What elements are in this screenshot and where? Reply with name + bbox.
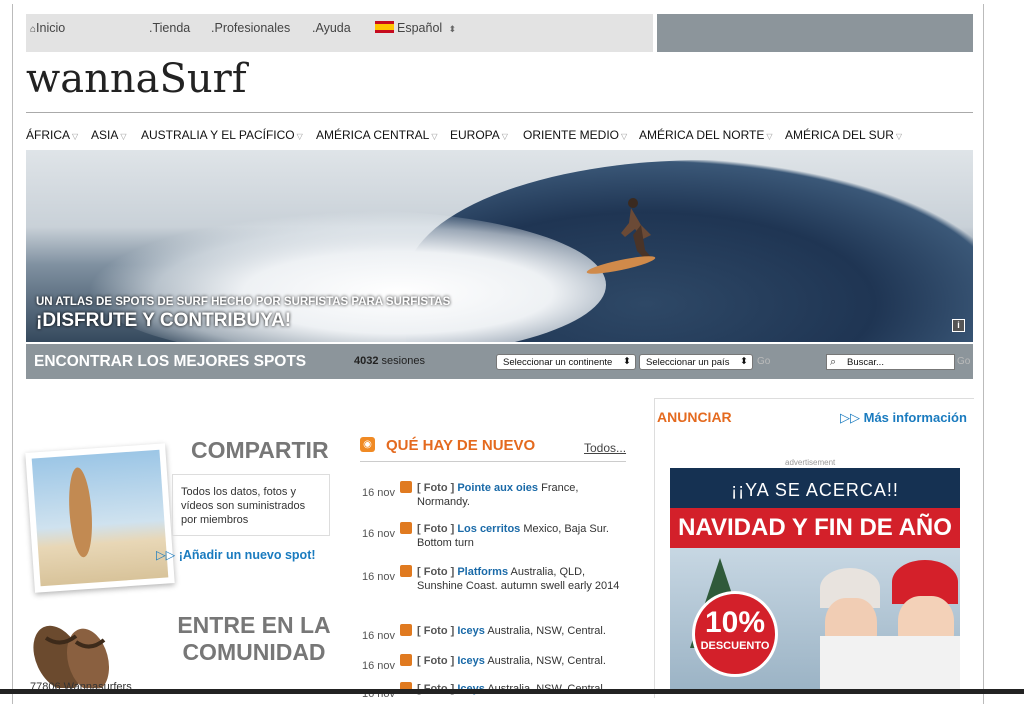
triangle-down-icon: ▽ xyxy=(670,54,680,66)
triangle-down-icon: ▽ xyxy=(621,132,628,141)
news-item[interactable]: 16 nov [ Foto ] Pointe aux oies France, … xyxy=(362,481,624,509)
nav-north-america[interactable]: AMÉRICA DEL NORTE ▽ xyxy=(639,128,773,142)
help-link[interactable]: .Ayuda xyxy=(312,21,351,35)
news-title: QUÉ HAY DE NUEVO xyxy=(386,437,536,454)
country-select[interactable]: Seleccionar un país ⬍ xyxy=(639,354,753,370)
spot-link[interactable]: Los cerritos xyxy=(457,523,520,535)
share-title: COMPARTIR xyxy=(191,437,329,463)
nav-europe[interactable]: EUROPA ▽ xyxy=(450,128,508,142)
hero-tagline: UN ATLAS DE SPOTS DE SURF HECHO POR SURF… xyxy=(36,296,451,308)
search-input[interactable]: ⌕ Buscar... xyxy=(826,354,955,370)
professionals-link[interactable]: .Profesionales xyxy=(211,21,290,35)
nav-asia[interactable]: ASIA ▽ xyxy=(91,128,127,142)
nav-south-america[interactable]: AMÉRICA DEL SUR ▽ xyxy=(785,128,902,142)
account-bar: COMUNIDAD ▽ REGISTRO ▽ xyxy=(657,14,973,66)
go-button-filter[interactable]: Go xyxy=(757,356,770,367)
go-button-search[interactable]: Go xyxy=(957,356,970,367)
updown-icon: ⬍ xyxy=(740,356,748,367)
more-info-link[interactable]: ▷▷ Más información xyxy=(840,410,967,426)
photo-icon xyxy=(400,654,412,666)
triangle-down-icon: ▽ xyxy=(72,132,79,141)
triangle-down-icon: ▽ xyxy=(431,132,438,141)
news-item[interactable]: 16 nov [ Foto ] Los cerritos Mexico, Baj… xyxy=(362,522,624,550)
header-divider xyxy=(26,112,973,113)
language-select[interactable]: Español ⬍ xyxy=(375,21,456,35)
info-icon[interactable]: i xyxy=(952,319,965,332)
surfer-figure xyxy=(621,198,651,261)
register-menu[interactable]: REGISTRO ▽ xyxy=(865,33,925,66)
ad-line-2: NAVIDAD Y FIN DE AÑO xyxy=(670,508,960,548)
nav-middle-east[interactable]: ORIENTE MEDIO ▽ xyxy=(523,128,627,142)
spot-link[interactable]: Iceys xyxy=(457,625,485,637)
scarf xyxy=(820,636,960,694)
triangle-down-icon: ▽ xyxy=(296,132,303,141)
news-item[interactable]: 16 nov [ Foto ] Iceys Australia, NSW, Ce… xyxy=(362,654,624,672)
ad-column-border xyxy=(654,398,655,698)
triangle-down-icon: ▽ xyxy=(766,132,773,141)
spot-link[interactable]: Iceys xyxy=(457,655,485,667)
find-spots-bar: ENCONTRAR LOS MEJORES SPOTS 4032 sesione… xyxy=(26,344,973,379)
community-title: ENTRE EN LA COMUNIDAD xyxy=(177,612,331,665)
triangle-down-icon: ▽ xyxy=(868,54,878,66)
search-icon: ⌕ xyxy=(830,356,837,368)
news-divider xyxy=(360,461,626,462)
double-arrow-icon: ▷▷ xyxy=(156,548,176,562)
nav-central-america[interactable]: AMÉRICA CENTRAL ▽ xyxy=(316,128,438,142)
screen-bottom-edge xyxy=(0,689,1024,694)
updown-icon: ⬍ xyxy=(623,356,631,367)
hero-banner: UN ATLAS DE SPOTS DE SURF HECHO POR SURF… xyxy=(26,150,973,342)
flag-spain-icon xyxy=(375,21,394,33)
add-spot-link[interactable]: ▷▷ ¡Añadir un nuevo spot! xyxy=(156,547,316,562)
nav-australia[interactable]: AUSTRALIA Y EL PACÍFICO ▽ xyxy=(141,128,303,142)
session-count: 4032 sesiones xyxy=(354,355,425,367)
photo-icon xyxy=(400,522,412,534)
sandals-image xyxy=(33,625,110,688)
site-logo[interactable]: wannaSurf xyxy=(26,56,247,102)
ad-banner[interactable]: ¡¡YA SE ACERCA!! NAVIDAD Y FIN DE AÑO 10… xyxy=(670,468,960,694)
ad-line-1: ¡¡YA SE ACERCA!! xyxy=(731,480,899,500)
news-item[interactable]: 16 nov [ Foto ] Platforms Australia, QLD… xyxy=(362,565,624,593)
share-photo xyxy=(25,443,175,593)
find-title: ENCONTRAR LOS MEJORES SPOTS xyxy=(34,353,307,370)
updown-icon: ⬍ xyxy=(448,24,457,34)
ad-title: ANUNCIAR xyxy=(657,409,732,425)
home-link[interactable]: ⌂Inicio xyxy=(30,21,65,35)
discount-badge: 10% DESCUENTO xyxy=(692,591,778,677)
spot-link[interactable]: Platforms xyxy=(457,566,508,578)
double-arrow-icon: ▷▷ xyxy=(840,410,860,425)
photo-icon xyxy=(400,565,412,577)
share-description: Todos los datos, fotos y vídeos son sumi… xyxy=(172,474,330,536)
ad-column-top-border xyxy=(654,398,974,399)
shop-link[interactable]: .Tienda xyxy=(149,21,190,35)
triangle-down-icon: ▽ xyxy=(501,132,508,141)
community-menu[interactable]: COMUNIDAD ▽ xyxy=(667,33,739,66)
photo-icon xyxy=(400,624,412,636)
triangle-down-icon: ▽ xyxy=(895,132,903,141)
continent-select[interactable]: Seleccionar un continente ⬍ xyxy=(496,354,636,370)
news-item[interactable]: 16 nov [ Foto ] Iceys Australia, NSW, Ce… xyxy=(362,624,624,642)
hero-headline: ¡DISFRUTE Y CONTRIBUYA! xyxy=(36,310,292,331)
photo-icon xyxy=(400,481,412,493)
rss-icon[interactable]: ◉ xyxy=(360,437,375,452)
spot-link[interactable]: Pointe aux oies xyxy=(457,482,538,494)
all-news-link[interactable]: Todos... xyxy=(584,441,626,455)
triangle-down-icon: ▽ xyxy=(120,132,127,141)
nav-africa[interactable]: ÁFRICA ▽ xyxy=(26,128,78,142)
ad-label: advertisement xyxy=(785,458,836,467)
